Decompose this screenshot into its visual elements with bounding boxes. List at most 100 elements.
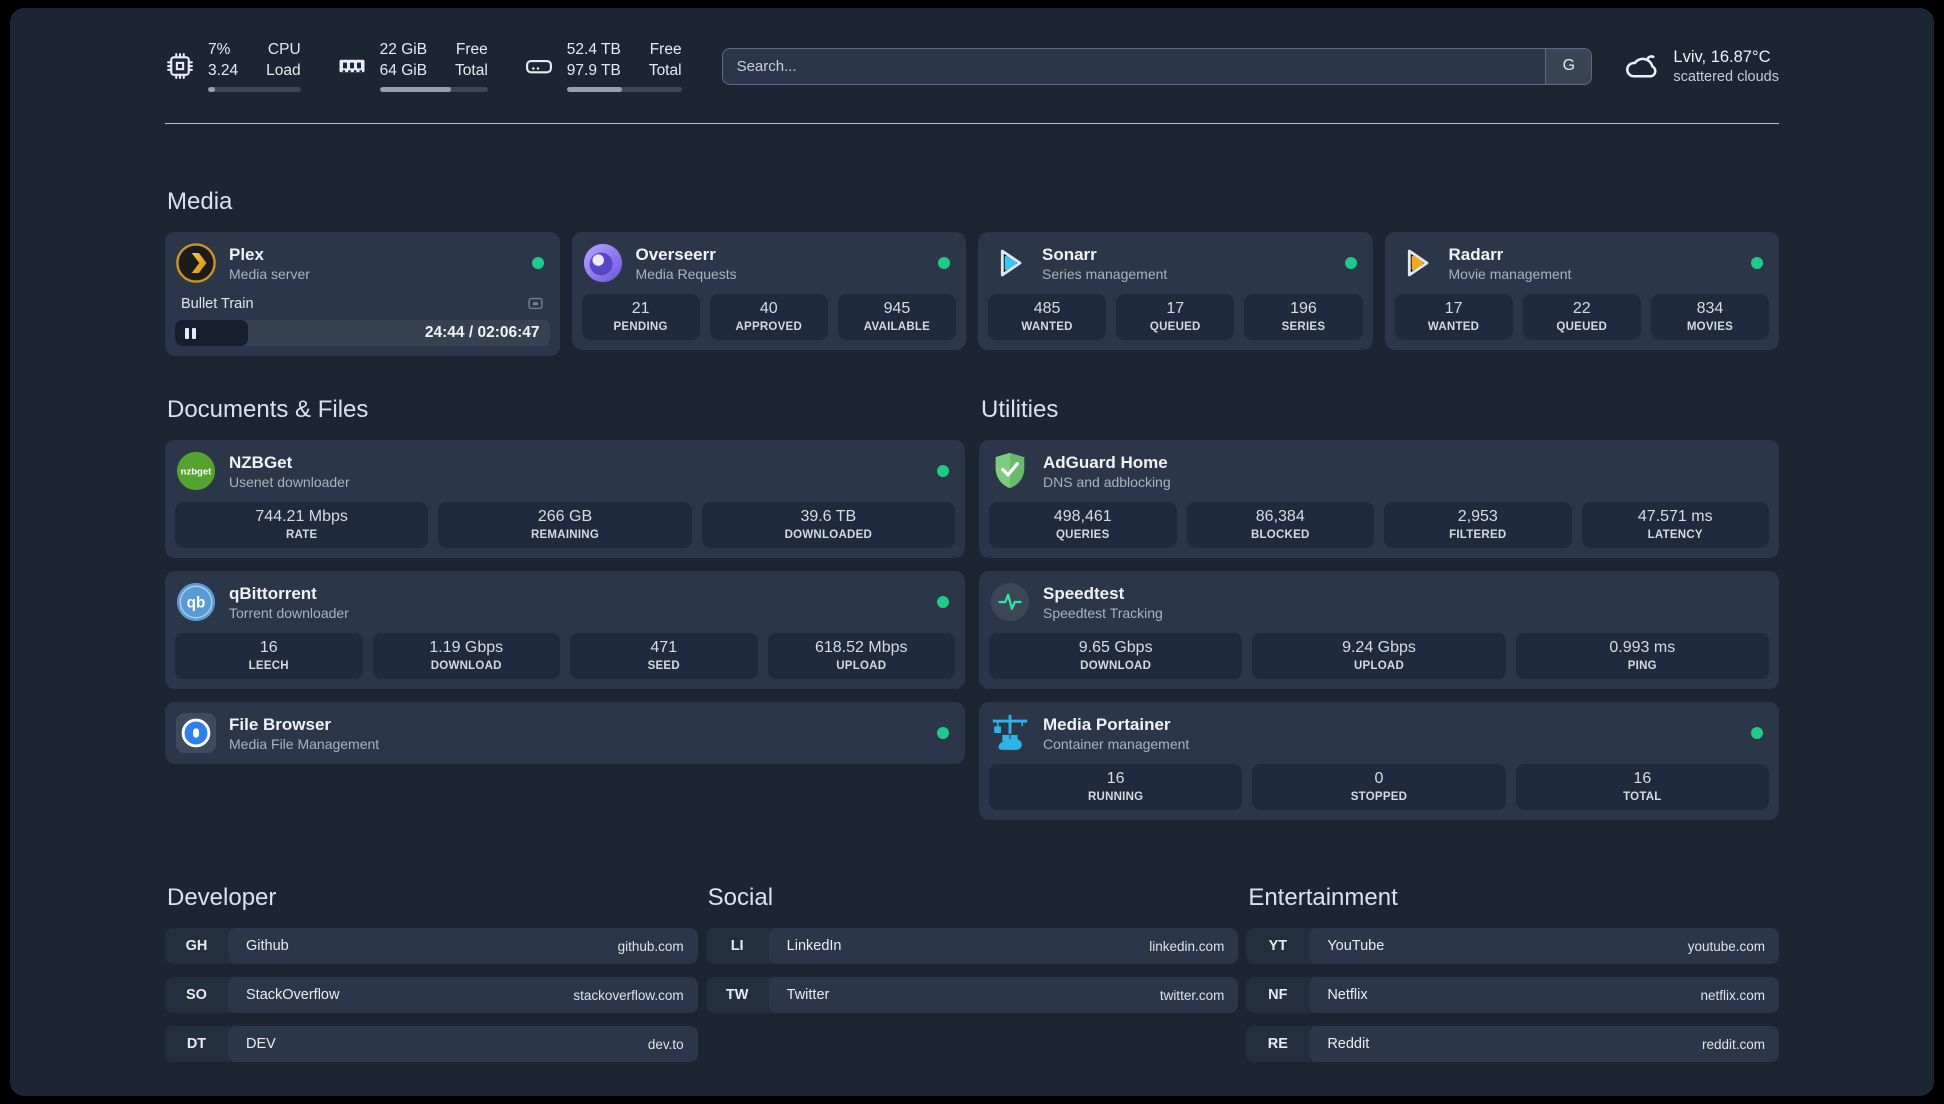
service-card-overseerr: Overseerr Media Requests 21 PENDING 40 A… xyxy=(571,232,966,350)
service-card-adguard: AdGuard Home DNS and adblocking 498,461 … xyxy=(979,440,1779,558)
portainer-logo-icon xyxy=(989,712,1031,754)
stat-download: 1.19 Gbps DOWNLOAD xyxy=(372,633,560,679)
search-provider-button[interactable]: G xyxy=(1545,48,1592,84)
cpu-icon xyxy=(165,51,195,81)
bookmark-name: Netflix xyxy=(1327,987,1368,1003)
bookmark-name: Twitter xyxy=(786,987,830,1003)
section-title-utilities: Utilities xyxy=(981,396,1059,423)
memory-free-label: Free xyxy=(455,41,488,59)
cpu-widget: 7% 3.24 CPU Load xyxy=(165,40,301,92)
bookmark-stackoverflow[interactable]: SO StackOverflow stackoverflow.com xyxy=(165,977,698,1013)
bookmark-netflix[interactable]: NF Netflix netflix.com xyxy=(1246,977,1779,1013)
service-link-sonarr[interactable]: Sonarr Series management xyxy=(988,242,1363,284)
bookmark-name: Reddit xyxy=(1327,1036,1370,1052)
service-link-portainer[interactable]: Media Portainer Container management xyxy=(989,712,1769,754)
bookmark-domain: youtube.com xyxy=(1687,938,1765,954)
status-dot xyxy=(531,257,544,269)
stat-upload: 9.24 Gbps UPLOAD xyxy=(1252,633,1506,679)
bookmark-abbr: GH xyxy=(185,938,208,954)
service-name: Radarr xyxy=(1448,244,1504,264)
bookmark-linkedin[interactable]: LI LinkedIn linkedin.com xyxy=(705,928,1239,964)
section-title-documents: Documents & Files xyxy=(167,396,369,423)
cpu-usage-label: CPU xyxy=(267,41,301,59)
bookmark-abbr: RE xyxy=(1267,1036,1288,1052)
service-card-speedtest: Speedtest Speedtest Tracking 9.65 Gbps D… xyxy=(979,571,1779,689)
topbar: 7% 3.24 CPU Load 22 GiB 64 GiB Free Tota… xyxy=(165,38,1779,94)
service-link-speedtest[interactable]: Speedtest Speedtest Tracking xyxy=(989,581,1769,623)
memory-total-value: 64 GiB xyxy=(379,62,428,80)
service-link-qbittorrent[interactable]: qb qBittorrent Torrent downloader xyxy=(175,581,955,623)
status-dot xyxy=(938,257,950,269)
service-link-radarr[interactable]: Radarr Movie management xyxy=(1395,242,1770,284)
service-card-portainer: Media Portainer Container management 16 … xyxy=(979,702,1779,820)
bookmark-abbr: YT xyxy=(1268,938,1288,954)
stat-rate: 744.21 Mbps RATE xyxy=(175,502,429,548)
bookmark-reddit[interactable]: RE Reddit reddit.com xyxy=(1246,1026,1779,1062)
service-card-plex: Plex Media server Bullet Train 24:44 / 0… xyxy=(165,232,560,356)
service-desc: Container management xyxy=(1043,736,1190,753)
disk-total-label: Total xyxy=(648,62,682,80)
stat-remaining: 266 GB REMAINING xyxy=(438,502,692,548)
cast-icon xyxy=(527,295,544,312)
bookmark-domain: stackoverflow.com xyxy=(573,987,684,1003)
service-card-filebrowser: File Browser Media File Management xyxy=(165,702,965,764)
section-title-developer: Developer xyxy=(167,884,277,911)
section-title-entertainment: Entertainment xyxy=(1248,884,1398,911)
stat-pending: 21 PENDING xyxy=(581,294,700,340)
weather-widget: Lviv, 16.87°C scattered clouds xyxy=(1622,47,1779,85)
stat-downloaded: 39.6 TB DOWNLOADED xyxy=(701,502,955,548)
stat-latency: 47.571 ms LATENCY xyxy=(1581,502,1769,548)
stat-total: 16 TOTAL xyxy=(1515,764,1769,810)
section-documents: Documents & Files nzbget NZBGet Usenet d xyxy=(165,396,965,764)
speedtest-logo-icon xyxy=(989,581,1031,623)
service-name: Sonarr xyxy=(1042,244,1097,264)
section-title-media: Media xyxy=(167,188,233,215)
bookmark-github[interactable]: GH Github github.com xyxy=(165,928,698,964)
bookmark-abbr: LI xyxy=(730,938,744,954)
stat-running: 16 RUNNING xyxy=(989,764,1243,810)
service-desc: Media Requests xyxy=(635,266,737,283)
service-name: NZBGet xyxy=(229,452,293,472)
dashboard: 7% 3.24 CPU Load 22 GiB 64 GiB Free Tota… xyxy=(10,8,1934,1096)
resource-widgets: 7% 3.24 CPU Load 22 GiB 64 GiB Free Tota… xyxy=(165,40,682,92)
service-link-overseerr[interactable]: Overseerr Media Requests xyxy=(582,242,957,284)
sonarr-logo-icon xyxy=(988,242,1030,284)
stat-download: 9.65 Gbps DOWNLOAD xyxy=(989,633,1243,679)
bookmark-name: LinkedIn xyxy=(786,938,842,954)
search-input[interactable] xyxy=(721,47,1593,85)
plex-now-playing: Bullet Train 24:44 / 02:06:47 xyxy=(175,292,550,346)
radarr-logo-icon xyxy=(1395,242,1437,284)
service-desc: Usenet downloader xyxy=(229,474,350,491)
stat-series: 196 SERIES xyxy=(1244,294,1363,340)
service-link-filebrowser[interactable]: File Browser Media File Management xyxy=(175,712,955,754)
cloud-icon xyxy=(1622,47,1660,85)
disk-free-label: Free xyxy=(649,41,682,59)
bookmark-domain: github.com xyxy=(617,938,684,954)
svg-text:nzbget: nzbget xyxy=(181,466,213,477)
disk-free-value: 52.4 TB xyxy=(566,41,621,59)
service-desc: Speedtest Tracking xyxy=(1043,605,1163,622)
bookmark-twitter[interactable]: TW Twitter twitter.com xyxy=(705,977,1239,1013)
bookmark-name: YouTube xyxy=(1327,938,1385,954)
adguard-logo-icon xyxy=(989,450,1031,492)
bookmark-youtube[interactable]: YT YouTube youtube.com xyxy=(1246,928,1779,964)
qbittorrent-logo-icon: qb xyxy=(175,581,217,623)
bookmark-group-entertainment: Entertainment YT YouTube youtube.com NF … xyxy=(1246,884,1779,1075)
service-link-nzbget[interactable]: nzbget NZBGet Usenet downloader xyxy=(175,450,955,492)
playback-progress-bar: 24:44 / 02:06:47 xyxy=(175,320,550,346)
service-link-plex[interactable]: Plex Media server xyxy=(175,242,550,284)
bookmark-abbr: TW xyxy=(725,987,749,1003)
service-desc: Media File Management xyxy=(229,736,380,753)
bookmark-dev[interactable]: DT DEV dev.to xyxy=(165,1026,698,1062)
service-name: qBittorrent xyxy=(229,583,317,603)
stat-approved: 40 APPROVED xyxy=(709,294,828,340)
stat-movies: 834 MOVIES xyxy=(1650,294,1770,340)
bookmark-abbr: NF xyxy=(1268,987,1288,1003)
nzbget-logo-icon: nzbget xyxy=(175,450,217,492)
memory-progress-bar xyxy=(379,87,488,92)
service-desc: Torrent downloader xyxy=(229,605,349,622)
service-link-adguard[interactable]: AdGuard Home DNS and adblocking xyxy=(989,450,1769,492)
service-name: Plex xyxy=(229,244,264,264)
overseerr-logo-icon xyxy=(582,242,624,284)
weather-location: Lviv, 16.87°C xyxy=(1673,48,1771,67)
